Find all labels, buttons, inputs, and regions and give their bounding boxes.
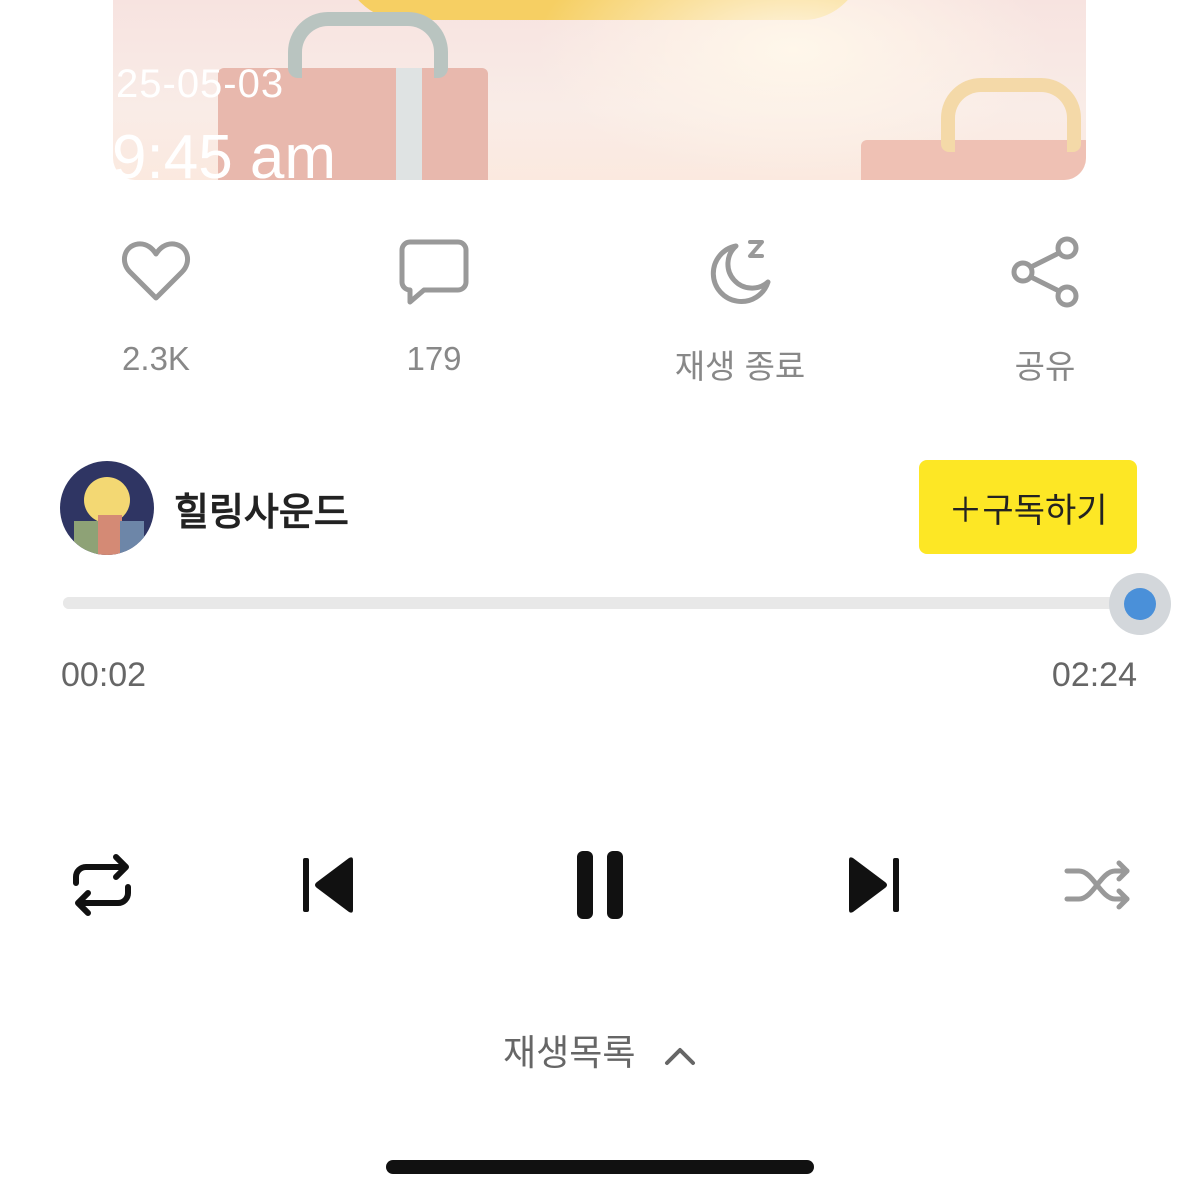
home-indicator[interactable] xyxy=(386,1160,814,1174)
skip-next-icon xyxy=(849,857,899,913)
channel-info[interactable]: 힐링사운드 xyxy=(60,460,349,556)
chevron-up-icon xyxy=(663,1035,697,1076)
shuffle-icon xyxy=(1064,860,1130,910)
playlist-label: 재생목록 xyxy=(503,1033,636,1074)
like-button[interactable]: 2.3K xyxy=(76,232,236,378)
skip-previous-icon xyxy=(303,857,353,913)
progress-fill xyxy=(63,597,1139,609)
pause-icon xyxy=(577,851,623,919)
progress-bar[interactable] xyxy=(63,597,1139,609)
channel-name[interactable]: 힐링사운드 xyxy=(174,481,349,536)
playlist-toggle[interactable]: 재생목록 xyxy=(0,1024,1200,1076)
gift-bow xyxy=(941,78,1081,152)
comment-button[interactable]: 179 xyxy=(354,232,514,378)
avatar[interactable] xyxy=(60,461,154,555)
time-overlay: 9:45 am xyxy=(112,123,337,192)
date-overlay: 25-05-03 xyxy=(116,62,285,106)
gift-bow xyxy=(288,12,448,78)
progress-thumb[interactable] xyxy=(1124,588,1156,620)
previous-button[interactable] xyxy=(278,840,378,930)
moon-sleep-icon xyxy=(700,232,780,312)
share-label: 공유 xyxy=(1014,348,1076,385)
comment-count: 179 xyxy=(406,340,462,377)
next-button[interactable] xyxy=(824,840,924,930)
comment-icon xyxy=(394,232,474,312)
total-time: 02:24 xyxy=(1051,656,1137,694)
like-count: 2.3K xyxy=(122,340,190,377)
pause-button[interactable] xyxy=(550,840,650,930)
sleep-timer-button[interactable]: 재생 종료 xyxy=(660,232,820,388)
heart-icon xyxy=(116,232,196,312)
repeat-button[interactable] xyxy=(52,840,152,930)
repeat-icon xyxy=(73,854,131,916)
share-button[interactable]: 공유 xyxy=(965,232,1125,388)
shuffle-button[interactable] xyxy=(1048,840,1148,930)
share-icon xyxy=(1005,232,1085,312)
current-time: 00:02 xyxy=(61,656,147,694)
subscribe-button[interactable]: ＋구독하기 xyxy=(919,460,1137,554)
sleep-timer-label: 재생 종료 xyxy=(674,348,806,385)
